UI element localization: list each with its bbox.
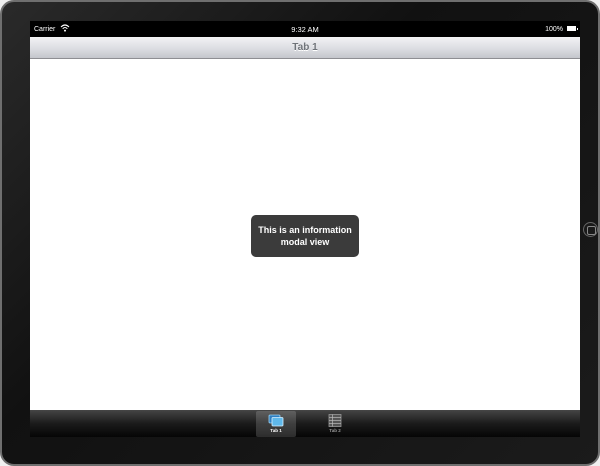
battery-percent: 100% — [545, 26, 563, 33]
main-content: This is an information modal view — [30, 59, 580, 410]
navigation-bar: Tab 1 — [30, 37, 580, 59]
battery-icon — [567, 26, 578, 31]
status-time: 9:32 AM — [291, 25, 319, 34]
tab-bar: Tab 1 Tab 2 — [30, 410, 580, 437]
tab-2[interactable]: Tab 2 — [315, 411, 355, 437]
ipad-frame: Carrier 9:32 AM 100% Tab 1 This is an in… — [0, 0, 600, 466]
modal-message-line-2: modal view — [280, 237, 330, 247]
tab-1[interactable]: Tab 1 — [256, 411, 296, 437]
tab-1-label: Tab 1 — [270, 428, 282, 433]
screen: Carrier 9:32 AM 100% Tab 1 This is an in… — [30, 21, 580, 437]
home-button[interactable] — [583, 222, 598, 237]
grid-list-icon — [328, 414, 342, 427]
screens-icon — [268, 414, 284, 427]
information-modal[interactable]: This is an information modal view — [251, 215, 359, 257]
page-title: Tab 1 — [292, 42, 318, 53]
tab-2-label: Tab 2 — [329, 428, 341, 433]
status-bar: Carrier 9:32 AM 100% — [30, 21, 580, 37]
modal-message-line-1: This is an information — [258, 225, 352, 235]
